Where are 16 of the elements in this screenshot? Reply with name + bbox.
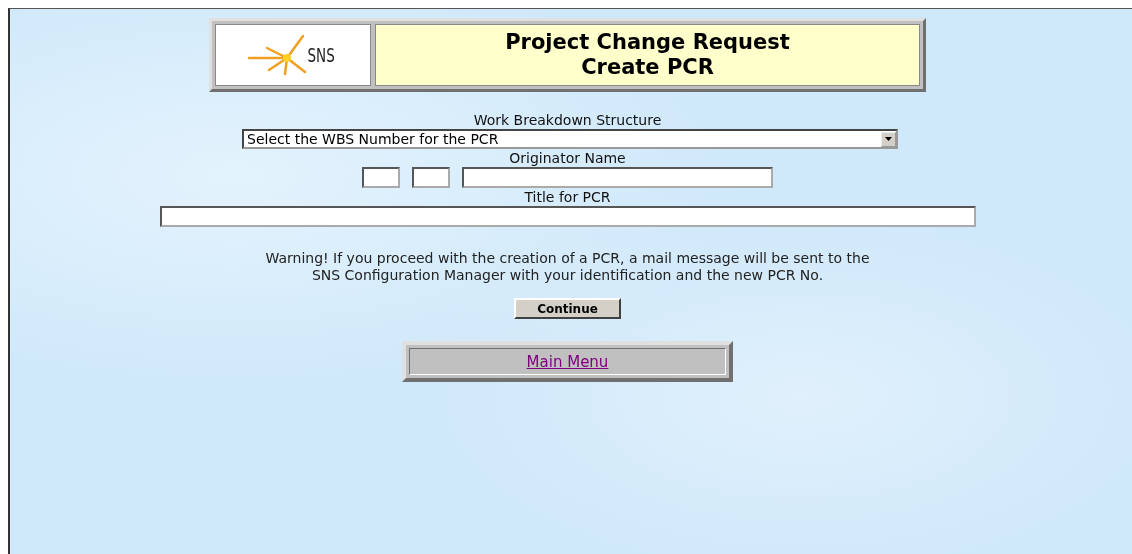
field-label: Work Breakdown Structure <box>473 111 662 129</box>
field-label: Title for PCR <box>524 188 611 206</box>
page-title: Project Change Request <box>505 30 790 55</box>
page-title: Create PCR <box>581 55 714 80</box>
starburst-icon <box>246 34 309 76</box>
input-field[interactable] <box>412 167 450 188</box>
input-field[interactable] <box>462 167 773 188</box>
dropdown-arrow-icon <box>885 137 892 141</box>
input-field[interactable] <box>362 167 400 188</box>
logo-text: SNS <box>307 43 335 67</box>
warning-text: Warning! If you proceed with the creation of a PCR, a mail message will be sent to the SNS Configuration Manager with your identification and the new PCR No. <box>264 250 871 284</box>
field-label: Originator Name <box>509 149 626 167</box>
continue-button[interactable]: Continue <box>514 298 621 319</box>
main-menu-link[interactable]: Main Menu <box>526 352 609 371</box>
wbs-select[interactable]: Select the WBS Number for the PCR <box>242 129 898 149</box>
input-field[interactable] <box>159 206 976 227</box>
